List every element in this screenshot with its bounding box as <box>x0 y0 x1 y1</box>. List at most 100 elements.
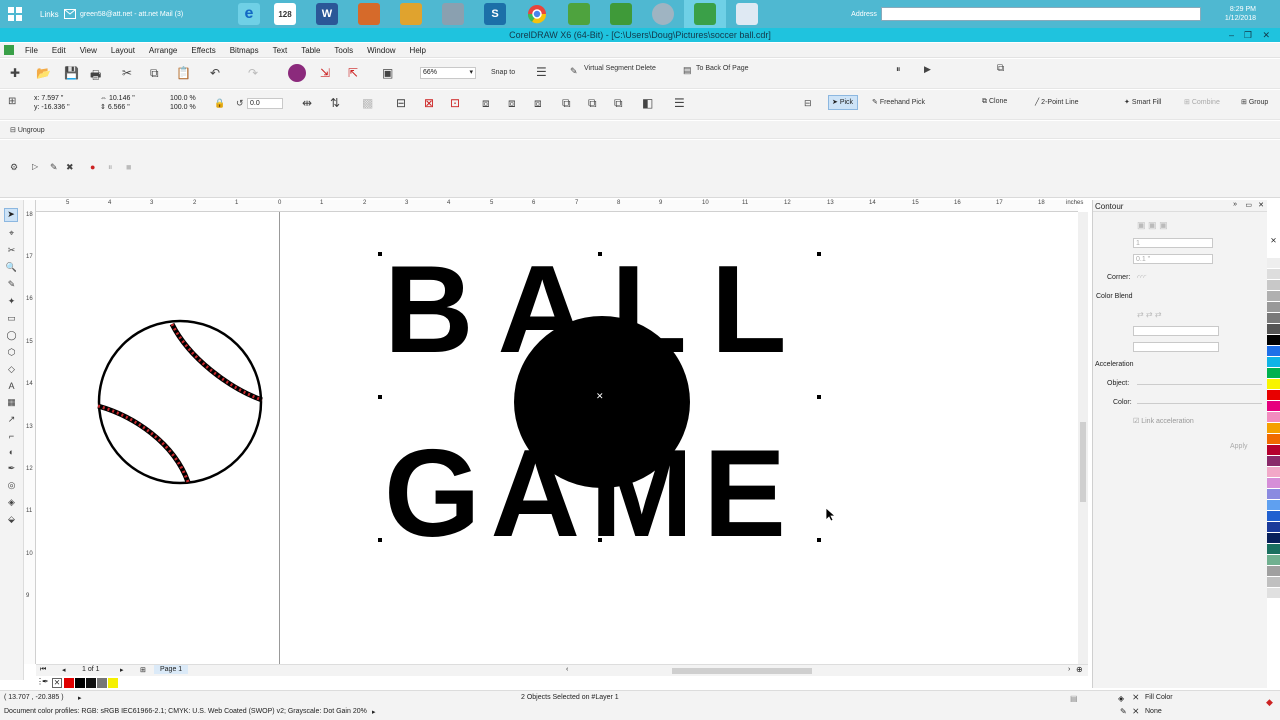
baseball-graphic[interactable] <box>94 318 266 486</box>
run-macro-icon[interactable]: ▷ <box>32 162 38 171</box>
simplify-icon[interactable]: ⧈ <box>534 96 542 111</box>
drawing-canvas[interactable]: BALL GAME ✕ <box>36 212 1078 664</box>
docker-expand-icon[interactable]: » <box>1233 201 1237 208</box>
first-page-icon[interactable]: ⏮ <box>40 666 46 674</box>
menu-layout[interactable]: Layout <box>104 46 142 55</box>
color-swatch[interactable] <box>1267 335 1280 346</box>
selection-handle[interactable] <box>378 538 382 542</box>
interactive-fill-tool[interactable]: ⬙ <box>0 514 23 525</box>
cut-icon[interactable]: ✂ <box>122 66 132 80</box>
x-position-field[interactable]: x: 7.597 " <box>34 94 70 103</box>
docker-close-icon[interactable]: ✕ <box>1258 201 1264 209</box>
color-swatch[interactable] <box>1267 412 1280 423</box>
menu-table[interactable]: Table <box>294 46 327 55</box>
docker-minimize-icon[interactable]: ▭ <box>1245 201 1252 209</box>
color-swatch[interactable] <box>1267 401 1280 412</box>
color-swatch[interactable] <box>1267 390 1280 401</box>
options-icon[interactable]: ☰ <box>536 65 547 79</box>
dimension-tool[interactable]: ↗ <box>0 414 23 425</box>
ie-taskbar-button[interactable]: e <box>234 0 264 28</box>
menu-help[interactable]: Help <box>403 46 433 55</box>
zoom-navigator-icon[interactable]: ⊕ <box>1076 665 1083 674</box>
profiles-expand-icon[interactable]: ▸ <box>372 708 376 716</box>
macro-manager-icon[interactable]: ⚙ <box>10 162 18 173</box>
horizontal-ruler[interactable]: 5 4 3 2 1 0 1 2 3 4 5 6 7 8 9 10 11 12 1… <box>36 200 1083 212</box>
color-swatch[interactable] <box>1267 379 1280 390</box>
open-icon[interactable]: 📂 <box>36 66 51 80</box>
page-tab[interactable]: Page 1 <box>154 665 189 674</box>
height-field[interactable]: ⇕ 6.566 " <box>100 103 135 112</box>
steps-field[interactable]: 1 <box>1133 238 1213 248</box>
prev-page-icon[interactable]: ◂ <box>62 666 66 674</box>
vertical-scroll-thumb[interactable] <box>1080 422 1086 502</box>
smart-fill-button[interactable]: ✦ Smart Fill <box>1124 98 1161 106</box>
align-icon[interactable]: ⊟ <box>396 96 406 110</box>
color-swatch[interactable] <box>1267 313 1280 324</box>
corel-connect-icon[interactable] <box>288 64 306 82</box>
color-swatch[interactable] <box>1267 489 1280 500</box>
word-taskbar-button[interactable]: W <box>306 0 348 28</box>
app-taskbar-button-5[interactable] <box>642 0 684 28</box>
color-swatch-gray[interactable] <box>97 678 107 688</box>
menu-window[interactable]: Window <box>360 46 402 55</box>
black-circle-shape[interactable] <box>514 316 690 488</box>
back-minus-front-icon[interactable]: ⧉ <box>588 96 597 111</box>
close-button[interactable]: ✕ <box>1262 28 1270 42</box>
virtual-segment-delete-button[interactable]: Virtual Segment Delete <box>584 65 656 72</box>
notepad-taskbar-button[interactable] <box>726 0 768 28</box>
lock-object-icon[interactable]: ⊟ <box>804 98 812 109</box>
combine-button[interactable]: ⊞ Combine <box>1184 98 1220 106</box>
table-tool[interactable]: ▦ <box>0 397 23 408</box>
smart-fill-tool[interactable]: ✦ <box>0 296 23 307</box>
selection-handle[interactable] <box>817 252 821 256</box>
y-position-field[interactable]: y: -16.336 " <box>34 103 70 112</box>
corel-taskbar-button-2[interactable] <box>600 0 642 28</box>
outline-swatch-none-icon[interactable]: ⨯ <box>1132 706 1140 717</box>
chrome-taskbar-button[interactable] <box>516 0 558 28</box>
color-swatch[interactable] <box>1267 247 1280 258</box>
outside-icon[interactable]: ▣ <box>1159 220 1168 230</box>
polygon-tool[interactable]: ⬡ <box>0 347 23 358</box>
copy-icon[interactable]: ⧉ <box>150 66 159 81</box>
menu-view[interactable]: View <box>73 46 104 55</box>
pause-icon[interactable]: ⏸ <box>896 64 901 75</box>
basic-shapes-tool[interactable]: ◇ <box>0 364 23 375</box>
print-icon[interactable]: 🖶 <box>90 66 101 87</box>
color-swatch[interactable] <box>1267 357 1280 368</box>
save-icon[interactable]: 💾 <box>64 66 79 80</box>
color-swatch[interactable] <box>1267 291 1280 302</box>
fill-swatch-none-icon[interactable]: ⨯ <box>1132 692 1140 703</box>
zoom-select[interactable]: 66% ▾ <box>420 67 476 79</box>
restore-button[interactable]: ❐ <box>1244 28 1252 42</box>
shapes-icon[interactable]: ⧉ <box>997 63 1004 74</box>
app-taskbar-button-4[interactable]: S <box>474 0 516 28</box>
menu-tools[interactable]: Tools <box>327 46 360 55</box>
intersect-icon[interactable]: ⧈ <box>508 96 516 111</box>
group-button[interactable]: ⊞ Group <box>1241 98 1268 106</box>
color-swatch[interactable] <box>1267 456 1280 467</box>
color-swatch-yellow[interactable] <box>108 678 118 688</box>
rotation-field[interactable]: 0.0 <box>247 98 283 109</box>
minimize-button[interactable]: ‒ <box>1229 28 1234 42</box>
start-button[interactable] <box>0 0 30 28</box>
color-swatch[interactable] <box>1267 258 1280 269</box>
color-swatch[interactable] <box>1267 434 1280 445</box>
application-launcher-icon[interactable]: ▣ <box>382 66 393 80</box>
status-expand-icon[interactable]: ▸ <box>78 694 82 702</box>
mirror-horizontal-icon[interactable]: ⇹ <box>302 96 312 110</box>
address-input[interactable] <box>880 7 1201 21</box>
app-taskbar-button-2[interactable] <box>390 0 432 28</box>
selection-handle[interactable] <box>378 395 382 399</box>
no-color-swatch[interactable]: ⨯ <box>1267 236 1280 247</box>
fill-tool[interactable]: ◈ <box>0 497 23 508</box>
trim-icon[interactable]: ⊡ <box>450 96 460 110</box>
freehand-pick-button[interactable]: ✎ Freehand Pick <box>872 98 925 106</box>
mail-taskbar-button[interactable]: green58@att.net - att.net Mail (3) <box>64 0 234 28</box>
menu-file[interactable]: File <box>18 46 45 55</box>
color-swatch[interactable] <box>1267 533 1280 544</box>
export-icon[interactable]: ⇱ <box>348 66 358 80</box>
rectangle-tool[interactable]: ▭ <box>0 313 23 324</box>
zoom-tool[interactable]: 🔍 <box>0 262 23 273</box>
to-back-of-page-button[interactable]: To Back Of Page <box>696 65 749 72</box>
next-page-icon[interactable]: ▸ <box>120 666 124 674</box>
